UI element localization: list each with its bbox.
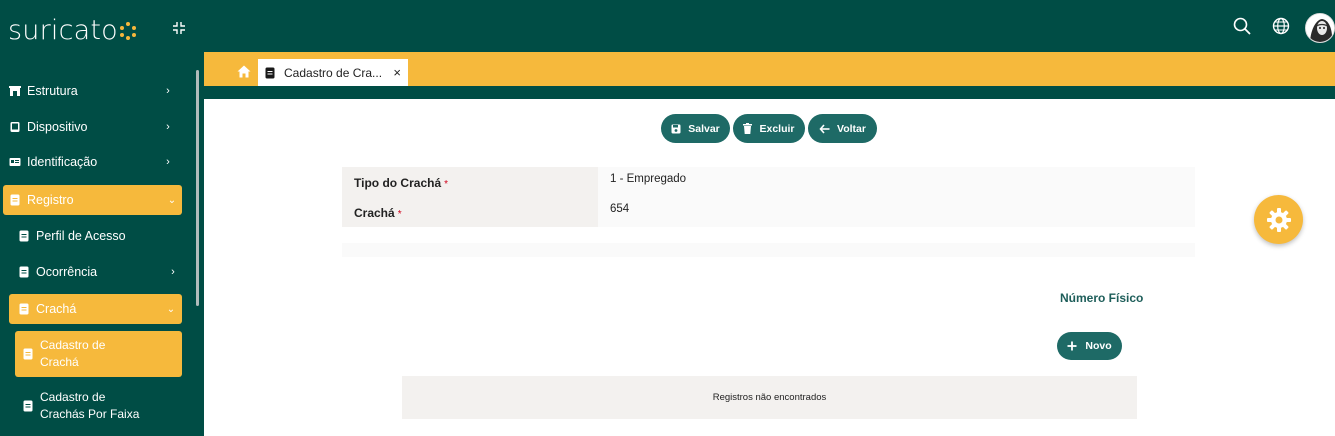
sidebar-item-label: Ocorrência — [36, 265, 98, 279]
user-avatar[interactable] — [1305, 13, 1335, 43]
sidebar-item-estrutura[interactable]: Estrutura › — [0, 76, 186, 106]
sidebar-item-cadastro-de-crachas-por-faixa[interactable]: Cadastro de Crachás Por Faixa — [15, 383, 182, 429]
plus-icon — [1067, 341, 1077, 351]
sidebar-item-label: Identificação — [27, 155, 98, 169]
sidebar-scrollbar[interactable] — [196, 70, 199, 306]
brand-logo[interactable]: suricato — [8, 12, 137, 48]
sidebar-item-cadastro-de-cracha[interactable]: Cadastro de Crachá — [15, 331, 182, 377]
sidebar: suricato Estrutura › Dispositivo › Ident… — [0, 0, 204, 436]
globe-icon[interactable] — [1272, 17, 1290, 35]
badge-value[interactable]: 654 — [610, 203, 629, 215]
building-icon — [9, 85, 21, 97]
document-icon — [22, 400, 34, 412]
sidebar-item-label: Cadastro de Crachá — [40, 337, 105, 371]
document-icon — [18, 230, 30, 242]
sidebar-item-label: Perfil de Acesso — [36, 229, 126, 243]
sidebar-item-ocorrencia[interactable]: Ocorrência › — [9, 257, 182, 287]
required-marker: * — [444, 179, 449, 190]
sidebar-item-label: Estrutura — [27, 84, 78, 98]
field-label-text: Tipo do Crachá — [354, 176, 442, 190]
form-divider-strip — [342, 243, 1195, 257]
tab-cadastro-de-cracha[interactable]: Cadastro de Cra... × — [258, 59, 408, 86]
tabs-bar: Cadastro de Cra... × — [204, 52, 1335, 86]
sidebar-item-label: Cadastro de Crachás Por Faixa — [40, 389, 139, 423]
badge-type-label: Tipo do Crachá * — [354, 176, 448, 190]
save-icon — [671, 124, 681, 133]
required-marker: * — [397, 209, 402, 220]
label-line-2: Crachás Por Faixa — [40, 407, 140, 421]
delete-button[interactable]: Excluir — [733, 114, 805, 143]
tabs-bar-underline — [204, 86, 1335, 99]
sidebar-item-registro[interactable]: Registro ⌄ — [3, 185, 182, 215]
new-button[interactable]: Novo — [1057, 332, 1122, 360]
badge-type-value[interactable]: 1 - Empregado — [610, 173, 686, 185]
document-icon — [9, 194, 21, 206]
tablet-icon — [9, 121, 21, 133]
sidebar-item-dispositivo[interactable]: Dispositivo › — [0, 112, 186, 142]
label-line-1: Cadastro de — [40, 390, 106, 404]
save-button-label: Salvar — [688, 122, 720, 135]
chevron-right-icon: › — [166, 85, 170, 97]
column-header-numero-fisico[interactable]: Número Físico — [1060, 291, 1143, 305]
id-card-icon — [9, 156, 21, 168]
document-icon — [18, 266, 30, 278]
gear-icon — [1266, 207, 1291, 232]
brand-name: suricato — [8, 14, 118, 46]
trash-icon — [743, 123, 753, 134]
chevron-down-icon: ⌄ — [166, 303, 176, 315]
tab-label: Cadastro de Cra... — [284, 65, 383, 80]
sidebar-item-label: Dispositivo — [27, 120, 88, 134]
chevron-right-icon: › — [171, 266, 175, 278]
document-icon — [22, 348, 34, 360]
search-icon[interactable] — [1233, 17, 1251, 35]
save-button[interactable]: Salvar — [661, 114, 730, 143]
sidebar-item-identificacao[interactable]: Identificação › — [0, 147, 186, 177]
sidebar-item-cracha[interactable]: Crachá ⌄ — [9, 294, 182, 324]
arrow-left-icon — [819, 123, 830, 134]
label-line-1: Cadastro de — [40, 338, 106, 352]
sidebar-item-label: Registro — [27, 193, 74, 207]
home-icon[interactable] — [237, 65, 251, 78]
chevron-right-icon: › — [166, 156, 170, 168]
empty-records-message: Registros não encontrados — [402, 376, 1137, 419]
topbar — [204, 0, 1335, 52]
chevron-right-icon: › — [166, 121, 170, 133]
settings-fab-button[interactable] — [1254, 195, 1303, 244]
close-tab-icon[interactable]: × — [393, 65, 401, 80]
empty-message-text: Registros não encontrados — [712, 392, 827, 403]
delete-button-label: Excluir — [759, 122, 795, 135]
label-line-2: Crachá — [40, 355, 79, 369]
collapse-icon[interactable] — [171, 20, 187, 36]
new-button-label: Novo — [1085, 340, 1112, 352]
back-button[interactable]: Voltar — [808, 114, 877, 143]
field-label-text: Crachá — [354, 206, 395, 220]
back-button-label: Voltar — [837, 122, 866, 135]
sidebar-item-label: Crachá — [36, 302, 77, 316]
sidebar-item-perfil-de-acesso[interactable]: Perfil de Acesso — [9, 221, 182, 251]
chevron-down-icon: ⌄ — [167, 194, 177, 206]
logo-dots-icon — [119, 22, 137, 40]
document-icon — [18, 303, 30, 315]
badge-label: Crachá * — [354, 206, 402, 220]
document-icon — [265, 67, 275, 78]
avatar-image — [1306, 14, 1334, 42]
